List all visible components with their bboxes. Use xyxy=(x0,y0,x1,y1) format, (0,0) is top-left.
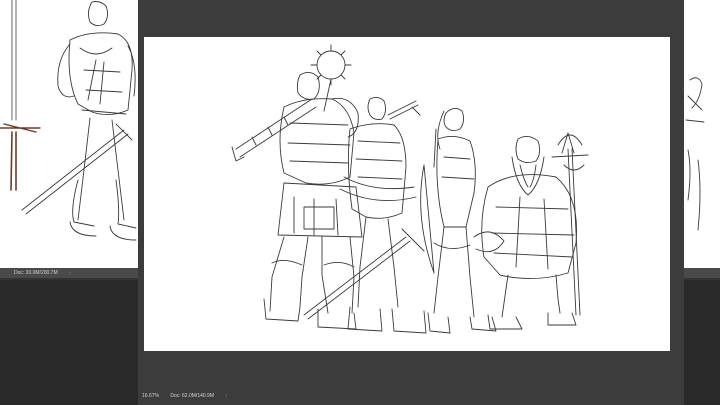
main-document-window[interactable]: 16.67% Doc: 62.0M/140.9M › xyxy=(138,0,684,405)
left-status-menu-arrow[interactable]: › xyxy=(69,270,71,276)
main-doc-info: Doc: 62.0M/140.9M xyxy=(170,393,214,399)
left-document-canvas[interactable] xyxy=(0,0,138,268)
left-status-bar: Doc: 30.0M/200.7M › xyxy=(0,268,138,278)
partial-figure-sketch xyxy=(685,77,705,231)
main-document-canvas[interactable] xyxy=(144,37,670,351)
swordsman-sketch xyxy=(0,0,137,241)
adventurer-party-sketch xyxy=(231,44,589,334)
right-document-window[interactable] xyxy=(684,0,720,280)
right-document-canvas[interactable] xyxy=(684,0,720,268)
left-document-window[interactable]: Doc: 30.0M/200.7M › xyxy=(0,0,138,280)
right-status-bar xyxy=(684,268,720,278)
main-zoom-level[interactable]: 16.67% xyxy=(142,393,159,399)
main-status-bar: 16.67% Doc: 62.0M/140.9M › xyxy=(138,391,684,401)
left-doc-info: Doc: 30.0M/200.7M xyxy=(14,270,58,276)
main-status-menu-arrow[interactable]: › xyxy=(225,393,227,399)
